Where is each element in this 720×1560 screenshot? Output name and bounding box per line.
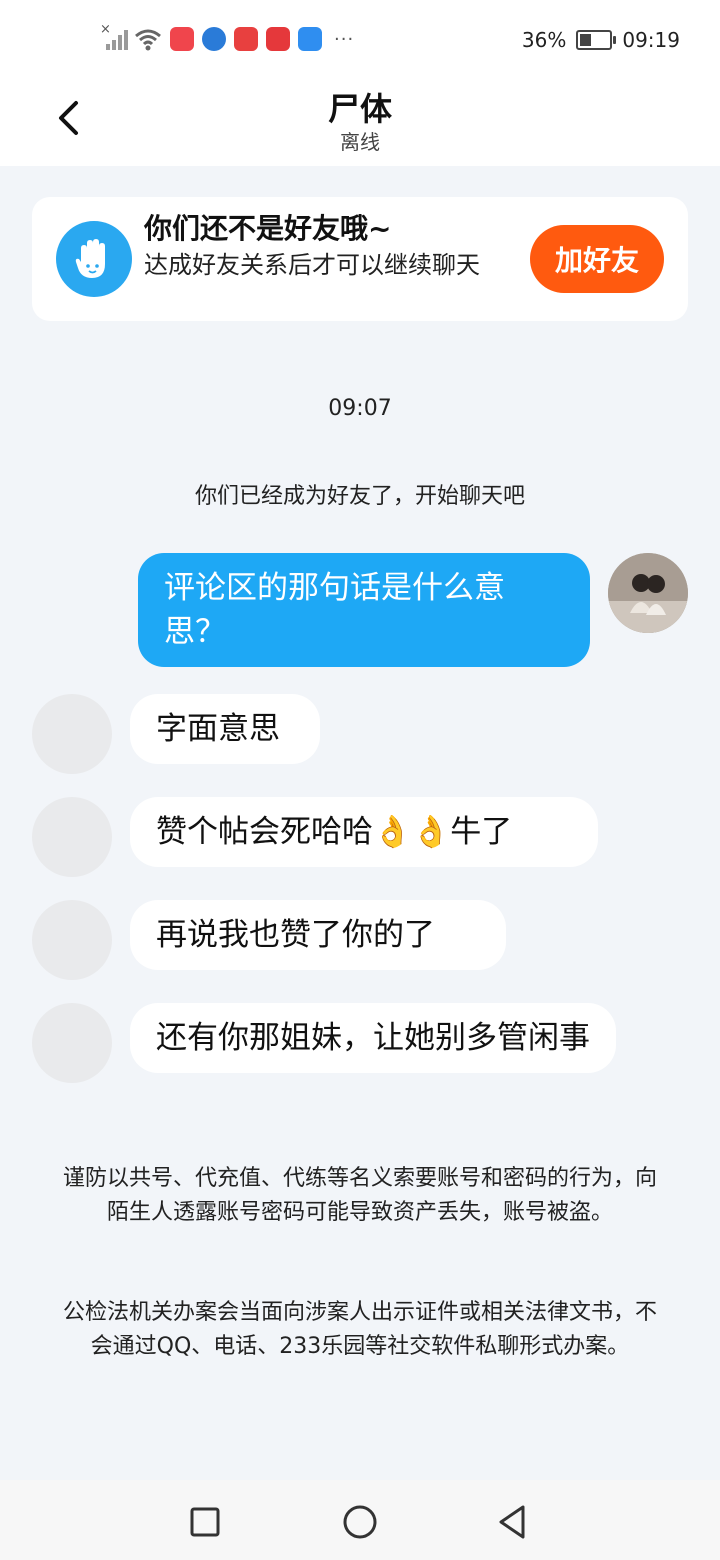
card-title: 你们还不是好友哦~ [144, 212, 392, 245]
status-icons-right: 36% 09:19 [522, 28, 680, 52]
battery-percent: 36% [521, 28, 567, 52]
contact-name[interactable]: 尸体 [0, 84, 720, 130]
reader-icon [234, 27, 258, 51]
square-icon [190, 1507, 220, 1537]
system-message: 你们已经成为好友了，开始聊天吧 [194, 484, 525, 509]
contact-avatar[interactable] [32, 797, 112, 877]
wave-hand-icon [56, 221, 132, 297]
my-avatar[interactable] [608, 553, 688, 633]
more-notifications-icon: ··· [334, 28, 355, 50]
signal-icon: × [100, 22, 128, 52]
incoming-message[interactable]: 赞个帖会死哈哈👌👌牛了 [130, 797, 598, 867]
status-icons-left: × ··· [100, 22, 355, 52]
wifi-icon [135, 29, 161, 51]
incoming-message[interactable]: 字面意思 [130, 694, 320, 764]
add-friend-button[interactable]: 加好友 [530, 225, 664, 293]
incoming-message[interactable]: 还有你那姐妹，让她别多管闲事 [130, 1003, 616, 1073]
circle-icon [343, 1505, 377, 1539]
system-nav-bar [0, 1480, 720, 1560]
police-notice: 公检法机关办案会当面向涉案人出示证件或相关法律文书，不会通过QQ、电话、233乐… [62, 1300, 657, 1359]
status-bar: × ··· 36% 09:19 [0, 0, 720, 80]
not-friends-card: 你们还不是好友哦~ 达成好友关系后才可以继续聊天 加好友 [32, 197, 688, 321]
battery-icon [576, 30, 617, 50]
incoming-message[interactable]: 再说我也赞了你的了 [130, 900, 506, 970]
contact-avatar[interactable] [32, 1003, 112, 1083]
browser-icon [202, 27, 226, 51]
card-description: 达成好友关系后才可以继续聊天 [144, 251, 480, 279]
clock: 09:19 [622, 28, 680, 52]
weather-icon [298, 27, 322, 51]
message-timestamp: 09:07 [328, 396, 392, 421]
recents-button[interactable] [183, 1500, 227, 1544]
huawei-store-icon [266, 27, 290, 51]
contact-avatar[interactable] [32, 900, 112, 980]
xiaohongshu-icon [170, 27, 194, 51]
contact-avatar[interactable] [32, 694, 112, 774]
back-nav-button[interactable] [490, 1500, 534, 1544]
home-button[interactable] [338, 1500, 382, 1544]
avatar-photo-icon [608, 553, 688, 633]
triangle-back-icon [499, 1505, 525, 1539]
outgoing-message[interactable]: 评论区的那句话是什么意思？ [138, 553, 590, 667]
contact-status: 离线 [340, 130, 380, 154]
security-notice: 谨防以共号、代充值、代练等名义索要账号和密码的行为，向陌生人透露账号密码可能导致… [62, 1166, 657, 1225]
chat-header: 尸体 离线 [0, 80, 720, 166]
